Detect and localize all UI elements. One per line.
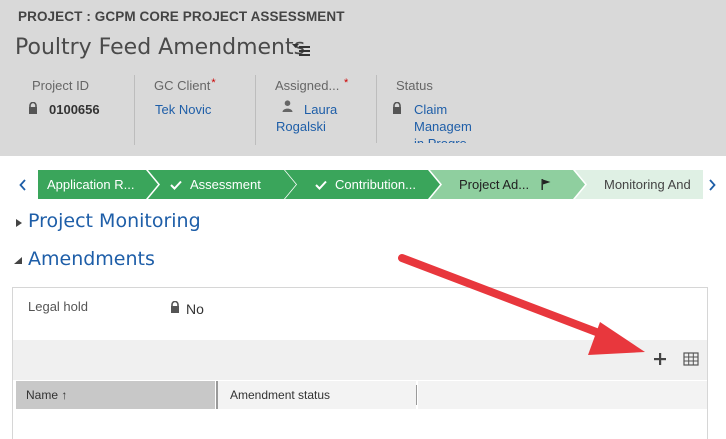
field-label: Project ID (32, 78, 90, 93)
record-header: PROJECT : GCPM CORE PROJECT ASSESSMENT P… (0, 0, 726, 156)
field-label: GC Client* (154, 77, 216, 93)
flag-icon (541, 179, 551, 190)
section-title-amendments[interactable]: Amendments (28, 248, 155, 270)
status-value: Claim Managem in Progre (414, 102, 472, 143)
stage-monitoring[interactable]: Monitoring And (575, 170, 703, 199)
more-commands-icon[interactable] (292, 42, 310, 58)
gc-client-link[interactable]: Tek Novic (155, 101, 211, 118)
legal-hold-value: No (186, 301, 204, 317)
field-assigned: Assigned... * Laura Rogalski (255, 75, 375, 145)
form-selector[interactable]: PROJECT : GCPM CORE PROJECT ASSESSMENT (18, 9, 345, 24)
stage-label: Project Ad... (459, 177, 530, 192)
add-record-button[interactable] (651, 350, 669, 368)
field-label: Assigned... * (275, 77, 349, 93)
checkmark-icon (315, 180, 327, 190)
expand-caret-icon[interactable] (15, 219, 23, 227)
open-grid-view-icon[interactable] (683, 352, 699, 366)
chevron-left-icon (19, 179, 26, 191)
stage-project-admin[interactable]: Project Ad... (430, 170, 585, 199)
process-next-button[interactable] (703, 167, 721, 203)
stage-application[interactable]: Application R... (38, 170, 158, 199)
lock-icon (393, 102, 401, 114)
chevron-right-icon (709, 179, 716, 191)
field-project-id: Project ID 0100656 (12, 75, 134, 145)
stage-assessment[interactable]: Assessment (148, 170, 296, 199)
stage-label: Contribution... (335, 177, 416, 192)
checkmark-icon (170, 180, 182, 190)
stage-contribution[interactable]: Contribution... (285, 170, 440, 199)
column-header-amendment-status[interactable]: Amendment status (216, 381, 416, 409)
subgrid-toolbar (13, 340, 707, 380)
assigned-user-link-line2[interactable]: Rogalski (276, 118, 326, 135)
assigned-user-link[interactable]: Laura (304, 101, 337, 118)
collapse-caret-icon[interactable] (14, 257, 22, 265)
stage-label: Monitoring And (604, 177, 691, 192)
required-marker: * (211, 77, 216, 89)
project-id-value: 0100656 (49, 102, 100, 117)
field-gc-client: GC Client* Tek Novic (134, 75, 254, 145)
column-header-filler (418, 381, 707, 409)
section-title-project-monitoring[interactable]: Project Monitoring (28, 210, 201, 232)
user-icon (282, 100, 293, 112)
stage-label: Application R... (47, 177, 135, 192)
required-marker: * (343, 77, 349, 89)
field-status: Status Claim Managem in Progre (376, 75, 496, 143)
lock-icon (29, 102, 37, 114)
stage-label: Assessment (190, 177, 261, 192)
field-label: Status (396, 78, 433, 93)
column-resize-handle[interactable] (416, 385, 417, 405)
business-process-bar: Application R... Assessment Contribution… (0, 167, 726, 203)
lock-icon (171, 301, 179, 313)
column-header-name[interactable]: Name ↑ (16, 381, 215, 409)
process-prev-button[interactable] (14, 167, 32, 203)
record-title: Poultry Feed Amendments (15, 35, 306, 60)
legal-hold-label: Legal hold (28, 299, 88, 314)
